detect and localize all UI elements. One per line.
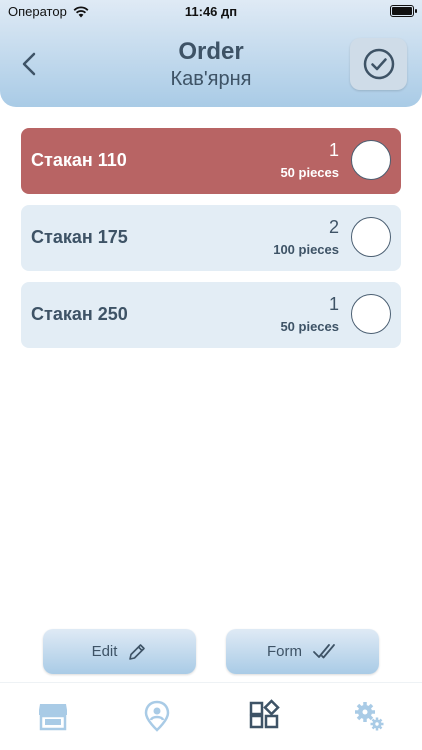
item-name: Стакан 110: [31, 150, 127, 170]
list-item[interactable]: Стакан 250 1 50 pieces: [21, 282, 401, 348]
item-quantity: 1: [328, 140, 339, 160]
tab-bar: [0, 682, 422, 750]
battery-icon: [390, 5, 417, 17]
item-name: Стакан 175: [31, 227, 128, 247]
tab-location[interactable]: [140, 699, 174, 733]
clock: 11:46 дп: [184, 4, 238, 19]
location-icon: [144, 700, 170, 732]
form-button[interactable]: Form: [226, 629, 379, 674]
edit-button-label: Edit: [91, 643, 118, 660]
order-list: Стакан 110 1 50 pieces Стакан 175 2 100 …: [21, 128, 401, 359]
item-quantity: 1: [328, 294, 339, 314]
store-icon: [39, 704, 67, 731]
status-bar: Оператор 11:46 дп: [0, 0, 422, 24]
check-circle-icon: [363, 48, 394, 80]
item-checkbox[interactable]: [351, 140, 391, 180]
catalog-icon: [249, 699, 280, 729]
confirm-button[interactable]: [350, 38, 407, 90]
form-button-label: Form: [267, 643, 302, 660]
tab-settings[interactable]: [352, 699, 386, 733]
item-pieces: 100 pieces: [273, 242, 339, 257]
tab-store[interactable]: [36, 699, 70, 733]
item-quantity: 2: [328, 217, 339, 237]
pencil-icon: [129, 643, 146, 660]
list-item[interactable]: Стакан 175 2 100 pieces: [21, 205, 401, 271]
list-item[interactable]: Стакан 110 1 50 pieces: [21, 128, 401, 194]
edit-button[interactable]: Edit: [43, 629, 196, 674]
item-pieces: 50 pieces: [280, 319, 339, 334]
item-checkbox[interactable]: [351, 294, 391, 334]
header: Оператор 11:46 дп Order Кав'ярня: [0, 0, 422, 107]
double-check-icon: [313, 643, 335, 658]
item-checkbox[interactable]: [351, 217, 391, 257]
item-pieces: 50 pieces: [280, 165, 339, 180]
item-name: Стакан 250: [31, 304, 128, 324]
tab-catalog[interactable]: [247, 699, 281, 733]
settings-icon: [355, 702, 384, 731]
